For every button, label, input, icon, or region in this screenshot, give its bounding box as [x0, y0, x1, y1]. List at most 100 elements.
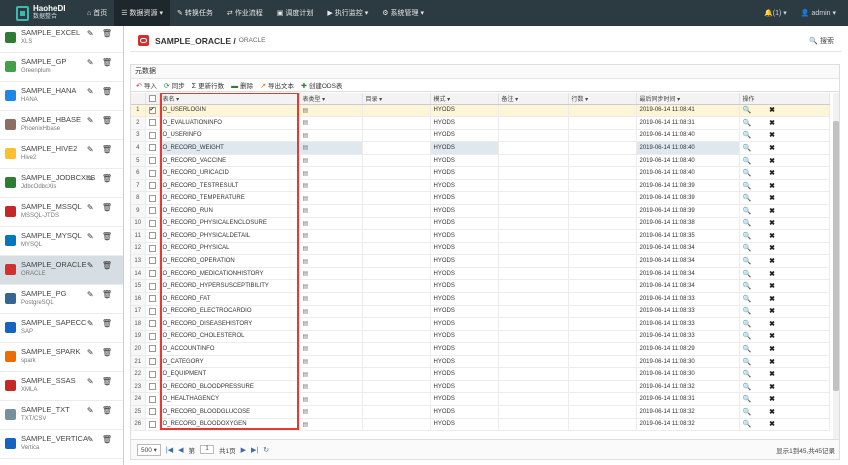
table-row[interactable]: 26 O_RECORD_BLOODOXYGEN ▤ HYODS 2019-06-14 1…	[131, 418, 830, 432]
column-header[interactable]: 行数 ▾	[568, 93, 637, 105]
datasource-item[interactable]: SAMPLE_SPARK spark ✎ 🗑	[0, 343, 123, 372]
datasource-item[interactable]: SAMPLE_HBASE PhoenixHbase ✎ 🗑	[0, 111, 123, 140]
row-checkbox-cell[interactable]	[145, 179, 160, 193]
last-page-button[interactable]: ▶|	[251, 446, 258, 454]
row-checkbox-cell[interactable]	[145, 204, 160, 218]
edit-delete-icons[interactable]: ✎ 🗑	[87, 232, 115, 241]
row-actions[interactable]: 🔍 ✖	[743, 333, 784, 340]
row-checkbox[interactable]	[148, 131, 156, 139]
row-actions[interactable]: 🔍 ✖	[743, 421, 784, 428]
edit-delete-icons[interactable]: ✎ 🗑	[87, 174, 115, 183]
actions-cell[interactable]: 🔍 ✖	[739, 305, 830, 319]
row-checkbox-cell[interactable]	[145, 116, 160, 130]
datasource-item[interactable]: SAMPLE_EXCEL XLS ✎ 🗑	[0, 26, 123, 53]
row-checkbox-cell[interactable]	[145, 330, 160, 344]
row-checkbox[interactable]	[148, 383, 156, 391]
actions-cell[interactable]: 🔍 ✖	[739, 279, 830, 293]
datasource-item[interactable]: SAMPLE_GP Greenplum ✎ 🗑	[0, 53, 123, 82]
edit-delete-icons[interactable]: ✎ 🗑	[87, 58, 115, 67]
nav-item-3[interactable]: ⇄ 作业流程	[220, 0, 270, 26]
table-row[interactable]: 9 O_RECORD_RUN ▤ HYODS 2019-06-14 11:08:39 🔍 …	[131, 204, 830, 218]
nav-item-2[interactable]: ✎ 转换任务	[170, 0, 220, 26]
toolbar-button-4[interactable]: ↗ 导出文本	[260, 80, 294, 90]
notification-menu[interactable]: 🔔(1) ▾	[764, 9, 787, 17]
select-all-checkbox[interactable]	[148, 94, 156, 102]
row-actions[interactable]: 🔍 ✖	[743, 359, 784, 366]
toolbar-button-0[interactable]: ↶ 导入	[136, 80, 157, 90]
actions-cell[interactable]: 🔍 ✖	[739, 191, 830, 205]
edit-delete-icons[interactable]: ✎ 🗑	[87, 29, 115, 38]
app-logo[interactable]: HaoheDI 数据整合	[0, 0, 80, 26]
row-checkbox[interactable]	[148, 332, 156, 340]
actions-cell[interactable]: 🔍 ✖	[739, 229, 830, 243]
actions-cell[interactable]: 🔍 ✖	[739, 267, 830, 281]
row-checkbox[interactable]	[148, 295, 156, 303]
toolbar-button-1[interactable]: ⟳ 同步	[164, 80, 185, 90]
actions-cell[interactable]: 🔍 ✖	[739, 342, 830, 356]
refresh-icon[interactable]: ↻	[263, 446, 269, 454]
first-page-button[interactable]: |◀	[166, 446, 173, 454]
table-row[interactable]: 5 O_RECORD_VACCINE ▤ HYODS 2019-06-14 11:08:…	[131, 154, 830, 168]
actions-cell[interactable]: 🔍 ✖	[739, 418, 830, 432]
table-row[interactable]: 2 O_EVALUATIONINFO ▤ HYODS 2019-06-14 11:08:…	[131, 116, 830, 130]
row-checkbox[interactable]	[148, 282, 156, 290]
row-checkbox-cell[interactable]	[145, 355, 160, 369]
row-actions[interactable]: 🔍 ✖	[743, 245, 784, 252]
datasource-item[interactable]: SAMPLE_MSSQL MSSQL-JTDS ✎ 🗑	[0, 198, 123, 227]
row-checkbox-cell[interactable]	[145, 166, 160, 180]
actions-cell[interactable]: 🔍 ✖	[739, 166, 830, 180]
row-checkbox[interactable]	[148, 219, 156, 227]
row-checkbox[interactable]	[148, 232, 156, 240]
row-actions[interactable]: 🔍 ✖	[743, 120, 784, 127]
nav-item-5[interactable]: ▶ 执行监控 ▾	[320, 0, 375, 26]
datasource-item[interactable]: SAMPLE_JODBCXLS JdbcOdbcXls ✎ 🗑	[0, 169, 123, 198]
row-checkbox[interactable]	[148, 194, 156, 202]
table-row[interactable]: 8 O_RECORD_TEMPERATURE ▤ HYODS 2019-06-14 11…	[131, 191, 830, 205]
row-actions[interactable]: 🔍 ✖	[743, 208, 784, 215]
row-checkbox-cell[interactable]	[145, 217, 160, 231]
table-row[interactable]: 10 O_RECORD_PHYSICALENCLOSURE ▤ HYODS 2019-0…	[131, 217, 830, 231]
toolbar-button-5[interactable]: ✚ 创建ODS表	[301, 80, 342, 90]
table-row[interactable]: 19 O_RECORD_CHOLESTEROL ▤ HYODS 2019-06-14 1…	[131, 330, 830, 344]
toolbar-button-3[interactable]: ▬ 删除	[231, 80, 253, 90]
row-actions[interactable]: 🔍 ✖	[743, 233, 784, 240]
table-row[interactable]: 1 ✔ O_USERLOGIN ▤ HYODS 2019-06-14 11:08:41 🔍 …	[131, 104, 830, 118]
datasource-item[interactable]: SAMPLE_VERTICA Vertica ✎ 🗑	[0, 430, 123, 459]
row-checkbox-cell[interactable]	[145, 154, 160, 168]
table-row[interactable]: 24 O_HEALTHAGENCY ▤ HYODS 2019-06-14 11:08:3…	[131, 392, 830, 406]
column-header[interactable]: 操作	[739, 93, 830, 105]
row-checkbox-cell[interactable]	[145, 418, 160, 432]
row-checkbox[interactable]	[148, 156, 156, 164]
row-checkbox[interactable]	[148, 420, 156, 428]
column-header[interactable]: 模式 ▾	[430, 93, 499, 105]
actions-cell[interactable]: 🔍 ✖	[739, 367, 830, 381]
table-row[interactable]: 14 O_RECORD_MEDICATIONHISTORY ▤ HYODS 2019-0…	[131, 267, 830, 281]
column-header[interactable]: 备注 ▾	[498, 93, 569, 105]
row-actions[interactable]: 🔍 ✖	[743, 170, 784, 177]
row-checkbox[interactable]	[148, 408, 156, 416]
actions-cell[interactable]: 🔍 ✖	[739, 355, 830, 369]
row-checkbox-cell[interactable]	[145, 267, 160, 281]
row-checkbox-cell[interactable]	[145, 367, 160, 381]
actions-cell[interactable]: 🔍 ✖	[739, 292, 830, 306]
edit-delete-icons[interactable]: ✎ 🗑	[87, 116, 115, 125]
table-row[interactable]: 21 O_CATEGORY ▤ HYODS 2019-06-14 11:08:30 🔍 ✖	[131, 355, 830, 369]
datasource-item[interactable]: SAMPLE_PG PostgreSQL ✎ 🗑	[0, 285, 123, 314]
actions-cell[interactable]: 🔍 ✖	[739, 392, 830, 406]
next-page-button[interactable]: ▶	[241, 446, 246, 454]
row-actions[interactable]: 🔍 ✖	[743, 132, 784, 139]
scroll-thumb[interactable]	[833, 121, 839, 391]
row-checkbox-cell[interactable]	[145, 380, 160, 394]
actions-cell[interactable]: 🔍 ✖	[739, 104, 830, 118]
row-checkbox[interactable]	[148, 144, 156, 152]
table-row[interactable]: 22 O_EQUIPMENT ▤ HYODS 2019-06-14 11:08:30 🔍 …	[131, 367, 830, 381]
row-checkbox[interactable]: ✔	[148, 106, 156, 114]
row-actions[interactable]: 🔍 ✖	[743, 296, 784, 303]
edit-delete-icons[interactable]: ✎ 🗑	[87, 406, 115, 415]
table-row[interactable]: 6 O_RECORD_URICACID ▤ HYODS 2019-06-14 11:08…	[131, 166, 830, 180]
edit-delete-icons[interactable]: ✎ 🗑	[87, 203, 115, 212]
datasource-item[interactable]: SAMPLE_TXT TXT/CSV ✎ 🗑	[0, 401, 123, 430]
edit-delete-icons[interactable]: ✎ 🗑	[87, 435, 115, 444]
row-checkbox-cell[interactable]	[145, 191, 160, 205]
prev-page-button[interactable]: ◀	[178, 446, 183, 454]
